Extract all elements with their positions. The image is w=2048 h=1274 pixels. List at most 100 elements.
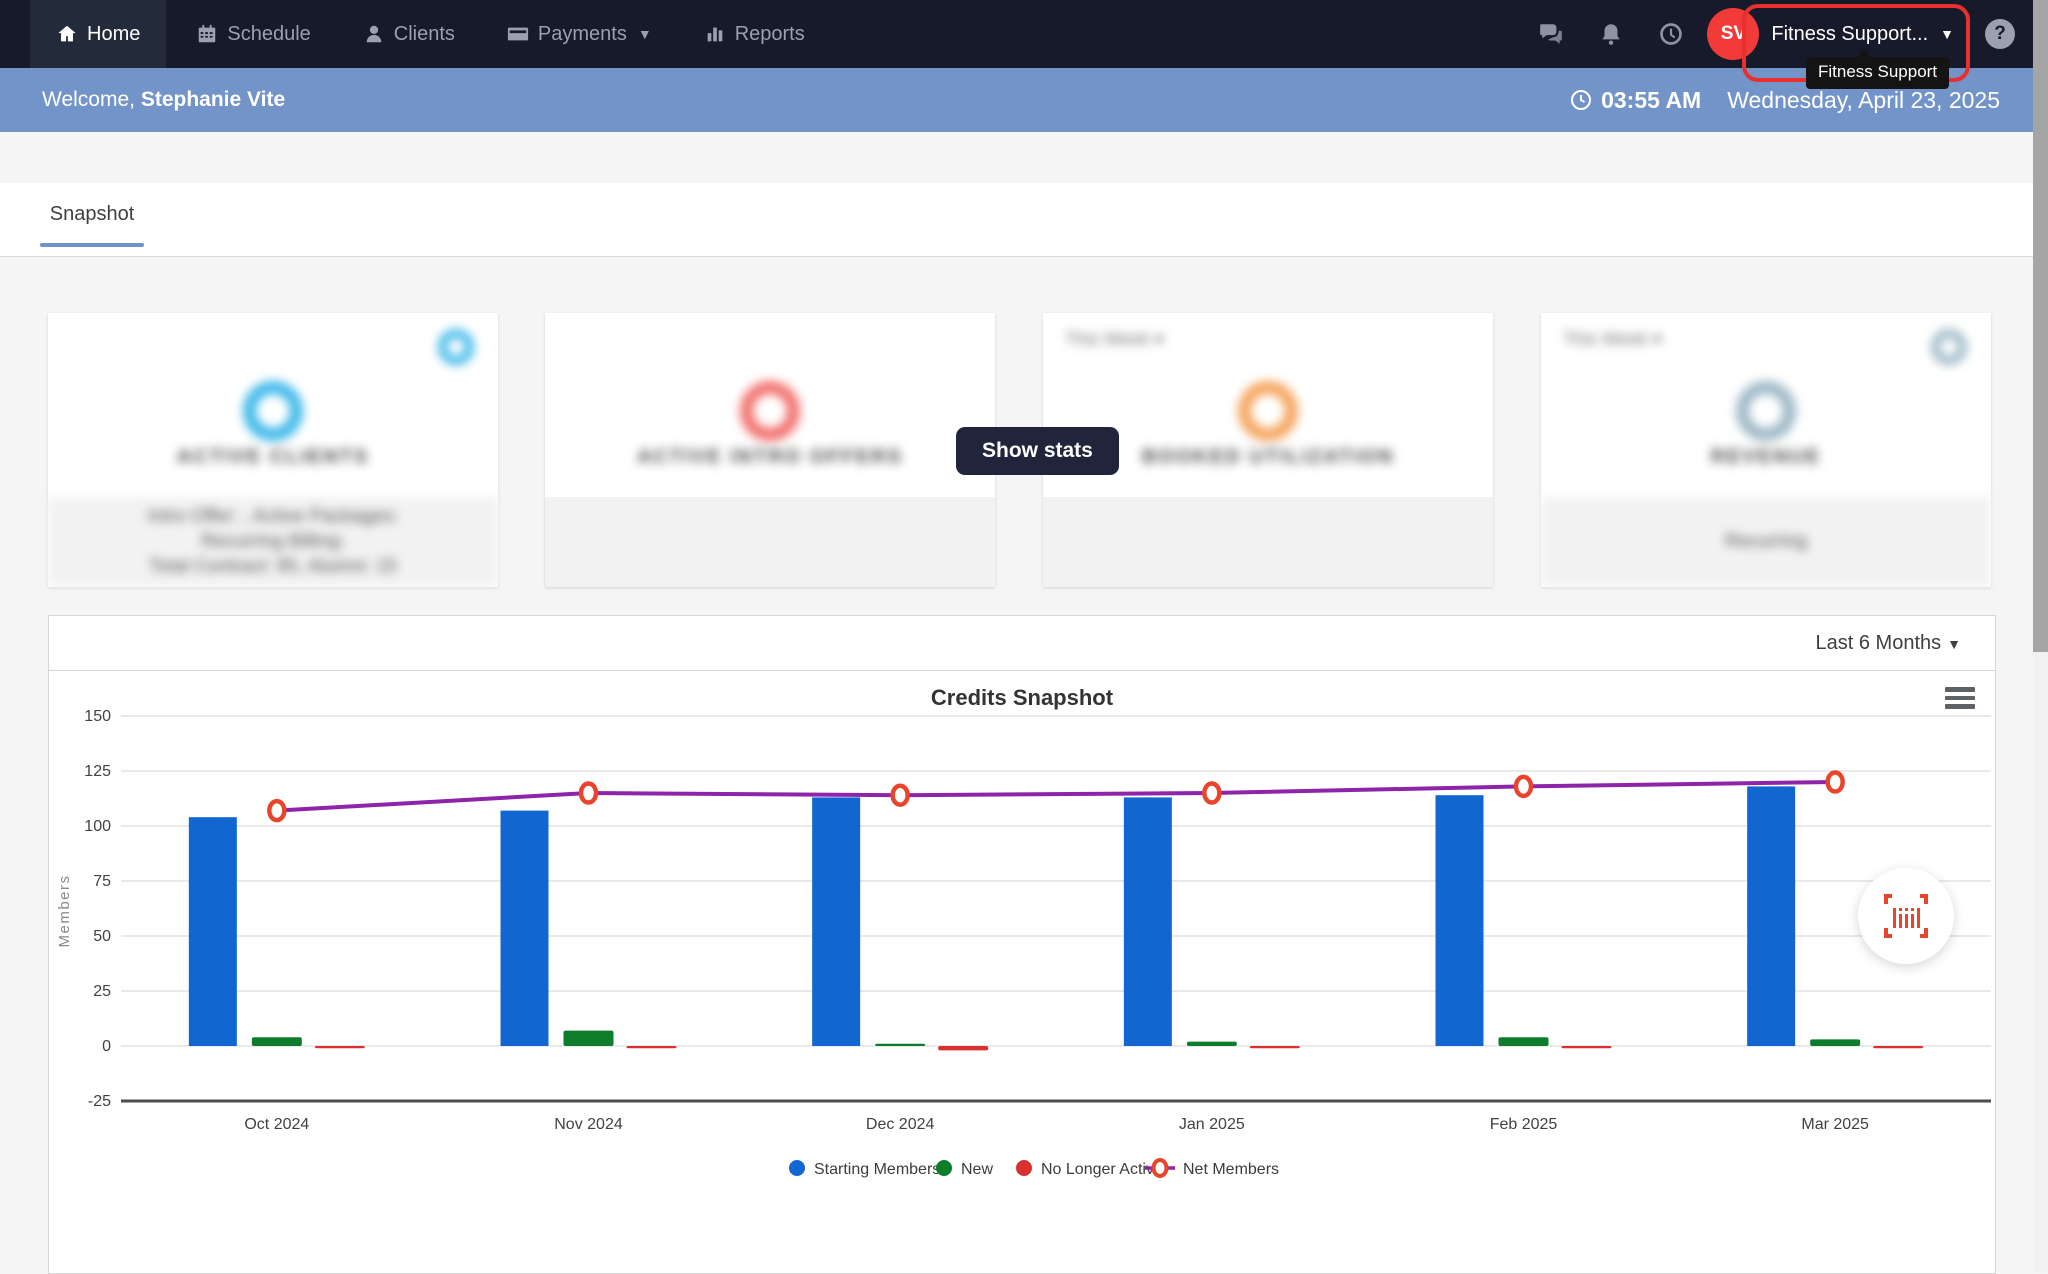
bar-chart-icon: [704, 23, 726, 45]
card-footer: [1043, 497, 1493, 587]
person-icon: [363, 23, 385, 45]
date-range-label: Last 6 Months: [1816, 632, 1942, 654]
legend-swatch: [789, 1160, 805, 1176]
bar-new[interactable]: [252, 1037, 302, 1046]
stat-card-active-intro-offers[interactable]: ACTIVE INTRO OFFERS: [545, 313, 995, 587]
nav-item-schedule[interactable]: Schedule: [174, 0, 332, 68]
y-tick-label: 25: [93, 983, 111, 1000]
chat-icon[interactable]: [1521, 21, 1581, 47]
net-members-marker[interactable]: [581, 784, 596, 803]
legend-label: Starting Members: [814, 1161, 940, 1178]
active-tab-underline: [40, 243, 144, 247]
card-range-dropdown[interactable]: This Week ▾: [1563, 329, 1662, 350]
net-members-marker[interactable]: [1204, 784, 1219, 803]
bar-no-longer-active[interactable]: [627, 1046, 677, 1048]
net-members-marker[interactable]: [893, 786, 908, 805]
bar-starting-members[interactable]: [1747, 786, 1795, 1046]
bar-no-longer-active[interactable]: [938, 1046, 988, 1050]
chevron-down-icon: ▼: [1940, 26, 1954, 42]
credits-snapshot-panel: Last 6 Months▼ Credits Snapshot 15012510…: [48, 615, 1996, 1274]
y-tick-label: -25: [88, 1093, 111, 1110]
bar-starting-members[interactable]: [812, 797, 860, 1046]
scrollbar-thumb[interactable]: [2033, 0, 2048, 652]
legend-marker: [1154, 1160, 1167, 1176]
chevron-down-icon: ▼: [638, 26, 652, 42]
welcome-message: Welcome, Stephanie Vite: [42, 88, 285, 112]
bar-no-longer-active[interactable]: [1250, 1046, 1300, 1048]
help-icon[interactable]: ?: [1985, 19, 2015, 49]
net-members-marker[interactable]: [1516, 777, 1531, 796]
nav-item-label: Reports: [735, 23, 805, 46]
bar-new[interactable]: [564, 1031, 614, 1046]
card-donut-icon: [243, 381, 303, 441]
credits-snapshot-chart[interactable]: 1501251007550250-25MembersOct 2024Nov 20…: [49, 671, 1995, 1273]
nav-item-label: Clients: [394, 23, 455, 46]
nav-item-label: Schedule: [227, 23, 310, 46]
card-corner-ring-icon: [1931, 329, 1967, 365]
dashboard-screen: Home Schedule Clients Payments ▼ Reports: [0, 0, 2048, 1273]
chart-title: Credits Snapshot: [49, 685, 1995, 711]
card-footer-line: Recurring: [1725, 531, 1807, 553]
card-title: ACTIVE CLIENTS: [48, 446, 498, 469]
stat-card-active-clients[interactable]: ACTIVE CLIENTS Intro Offer: , Active Pac…: [48, 313, 498, 587]
bar-starting-members[interactable]: [1436, 795, 1484, 1046]
barcode-scan-icon: [1882, 894, 1930, 938]
bar-no-longer-active[interactable]: [1562, 1046, 1612, 1048]
tab-label: Snapshot: [40, 203, 144, 226]
welcome-greeting: Welcome,: [42, 88, 135, 111]
card-donut-icon: [1736, 381, 1796, 441]
bar-new[interactable]: [1187, 1042, 1237, 1046]
y-tick-label: 75: [93, 873, 111, 890]
current-time: 03:55 AM: [1569, 87, 1701, 114]
vertical-scrollbar[interactable]: [2033, 0, 2048, 1273]
time-text: 03:55 AM: [1601, 87, 1701, 114]
card-footer: Intro Offer: , Active Packages: Recurrin…: [48, 497, 498, 587]
nav-item-home[interactable]: Home: [30, 0, 166, 68]
bar-no-longer-active[interactable]: [315, 1046, 365, 1048]
card-range-dropdown[interactable]: This Week ▾: [1065, 329, 1164, 350]
bar-no-longer-active[interactable]: [1873, 1046, 1923, 1048]
clock-icon: [1569, 88, 1593, 112]
net-members-marker[interactable]: [269, 801, 284, 820]
legend-swatch: [936, 1160, 952, 1176]
bar-new[interactable]: [1810, 1039, 1860, 1046]
nav-item-reports[interactable]: Reports: [682, 0, 827, 68]
bar-starting-members[interactable]: [189, 817, 237, 1046]
bell-icon[interactable]: [1581, 21, 1641, 47]
card-title: REVENUE: [1541, 446, 1991, 469]
clock-icon[interactable]: [1641, 21, 1701, 47]
current-date: Wednesday, April 23, 2025: [1727, 87, 2000, 114]
legend-label: No Longer Active: [1041, 1161, 1163, 1178]
nav-item-label: Payments: [538, 23, 627, 46]
card-corner-ring-icon: [438, 329, 474, 365]
tab-snapshot[interactable]: Snapshot: [40, 183, 144, 257]
bar-starting-members[interactable]: [1124, 797, 1172, 1046]
card-footer-line: Total Contract: 95, Alumni: 15: [149, 556, 397, 578]
bar-new[interactable]: [875, 1044, 925, 1046]
stat-card-revenue[interactable]: This Week ▾ REVENUE Recurring: [1541, 313, 1991, 587]
user-tooltip: Fitness Support: [1806, 57, 1949, 89]
nav-right-cluster: SV Fitness Support... ▼ ?: [1521, 0, 2048, 68]
x-tick-label: Nov 2024: [554, 1116, 623, 1133]
bar-new[interactable]: [1499, 1037, 1549, 1046]
bar-starting-members[interactable]: [501, 811, 549, 1046]
y-axis-label: Members: [56, 874, 73, 947]
chart-menu-icon[interactable]: [1945, 687, 1975, 709]
net-members-line: [277, 782, 1835, 811]
y-tick-label: 50: [93, 928, 111, 945]
barcode-bubble[interactable]: [1858, 868, 1954, 964]
x-tick-label: Jan 2025: [1179, 1116, 1245, 1133]
date-range-dropdown[interactable]: Last 6 Months▼: [1816, 632, 1961, 655]
nav-item-payments[interactable]: Payments ▼: [485, 0, 674, 68]
card-range-label: This Week: [1065, 329, 1150, 349]
card-footer: Recurring: [1541, 497, 1991, 587]
net-members-marker[interactable]: [1828, 773, 1843, 792]
nav-item-clients[interactable]: Clients: [341, 0, 477, 68]
credit-card-icon: [507, 23, 529, 45]
chart-panel-header: Last 6 Months▼: [49, 616, 1995, 671]
welcome-user-name: Stephanie Vite: [141, 88, 285, 111]
x-tick-label: Oct 2024: [244, 1116, 309, 1133]
avatar[interactable]: SV: [1707, 8, 1759, 60]
show-stats-button[interactable]: Show stats: [956, 427, 1119, 475]
legend-swatch: [1016, 1160, 1032, 1176]
